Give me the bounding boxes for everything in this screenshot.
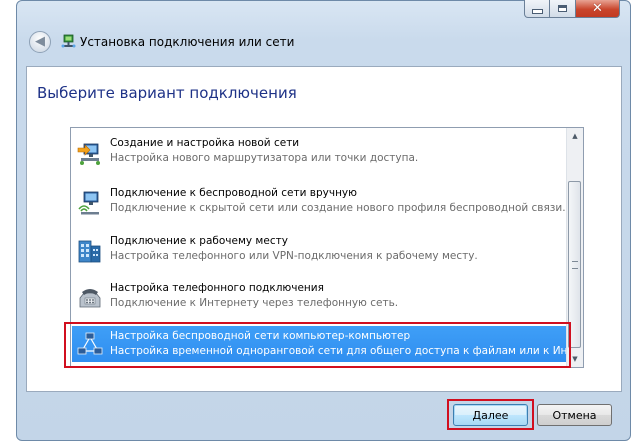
- option-description: Настройка телефонного или VPN-подключени…: [110, 250, 478, 262]
- scroll-down-arrow-icon[interactable]: ▼: [567, 351, 583, 367]
- option-description: Подключение к Интернету через телефонную…: [110, 297, 399, 309]
- option-new-network[interactable]: Создание и настройка новой сети Настройк…: [72, 133, 568, 173]
- scrollbar-thumb[interactable]: [568, 181, 581, 348]
- caption-buttons: ✕: [524, 0, 620, 18]
- close-button[interactable]: ✕: [576, 0, 620, 18]
- maximize-icon: [558, 5, 567, 12]
- workplace-building-icon: [78, 240, 101, 263]
- page-heading: Выберите вариант подключения: [37, 84, 297, 102]
- option-adhoc-network[interactable]: Настройка беспроводной сети компьютер-ко…: [72, 326, 583, 362]
- option-title: Настройка беспроводной сети компьютер-ко…: [110, 330, 411, 342]
- window-title: Установка подключения или сети: [80, 35, 295, 49]
- option-workplace[interactable]: Подключение к рабочему месту Настройка т…: [72, 231, 568, 271]
- next-button[interactable]: Далее: [453, 404, 528, 426]
- cancel-button[interactable]: Отмена: [537, 404, 612, 426]
- option-title: Создание и настройка новой сети: [110, 137, 300, 149]
- dialup-phone-icon: [79, 289, 101, 308]
- option-title: Подключение к беспроводной сети вручную: [110, 187, 357, 199]
- minimize-icon: [531, 9, 543, 14]
- option-description: Настройка временной одноранговой сети дл…: [110, 345, 584, 357]
- option-description: Настройка нового маршрутизатора или точк…: [110, 152, 419, 164]
- option-title: Подключение к рабочему месту: [110, 235, 288, 247]
- option-title: Настройка телефонного подключения: [110, 282, 324, 294]
- option-description: Подключение к скрытой сети или создание …: [110, 202, 566, 214]
- back-arrow-icon: ◀: [35, 34, 45, 49]
- wireless-network-icon: [78, 191, 99, 215]
- network-setup-icon: [77, 143, 100, 165]
- list-scrollbar[interactable]: ▲ ▼: [566, 128, 583, 367]
- back-button[interactable]: ◀: [29, 31, 51, 53]
- option-dialup[interactable]: Настройка телефонного подключения Подклю…: [72, 278, 568, 318]
- option-manual-wireless[interactable]: Подключение к беспроводной сети вручную …: [72, 183, 568, 223]
- adhoc-network-icon: [77, 332, 103, 355]
- minimize-button[interactable]: [524, 0, 550, 18]
- scroll-up-arrow-icon[interactable]: ▲: [567, 128, 583, 144]
- maximize-button[interactable]: [550, 0, 576, 18]
- network-wizard-icon: [61, 34, 76, 48]
- scrollbar-grip-icon: [572, 261, 578, 269]
- close-icon: ✕: [592, 1, 603, 16]
- connection-options-list[interactable]: Создание и настройка новой сети Настройк…: [70, 127, 584, 368]
